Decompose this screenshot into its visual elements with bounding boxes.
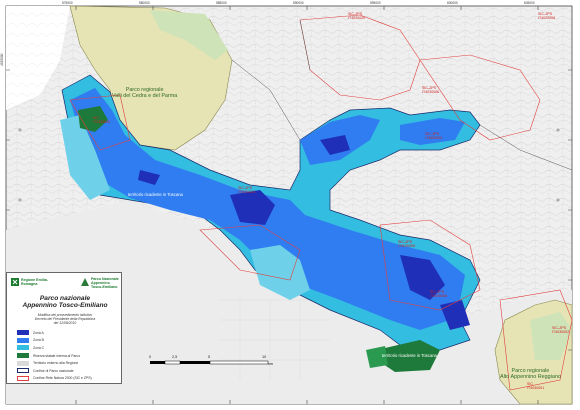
legend-title-line2: Appennino Tosco-Emiliano [22,302,108,310]
legend-subtitle: Modifica dei provvedimento istitutivo De… [7,313,123,325]
park-logo-text: Parco Nazionale Appennino Tosco-Emiliano [91,277,119,289]
legend-swatch [17,375,29,381]
natura-code-label: SIC-ZPS IT4020020 [348,12,366,20]
natura-code-label: SIC IT4040001 [527,382,545,390]
legend-item: Confine Rete Natura 2000 (SIC e ZPS) [17,375,92,383]
legend-swatch [17,368,29,374]
legend-label: Zona C [33,345,45,350]
tick-top: 585000 [216,1,227,5]
tick-top: 595000 [370,1,381,5]
legend-swatch [17,330,29,336]
legend-swatch [17,353,29,359]
park-parma-label: Parco regionale Valli del Cedra e del Pa… [112,87,177,99]
tuscany-label-2: territorio ricadente in Toscana [382,353,437,358]
legend-label: Territorio esterno alla Regione [33,361,79,366]
legend-label: Zona B [33,338,44,343]
natura-code-label: SIC-ZPS IT4030013 [238,186,256,194]
park-alto-label: Parco regionale Alto Appennino Reggiano [500,368,561,380]
tick-top: 575000 [62,1,73,5]
tick-top: 600000 [447,1,458,5]
legend-label: Zona A [33,330,44,335]
park-alto-label-line2: Alto Appennino Reggiano [500,374,561,380]
legend-label: Confine di Parco nazionale [33,368,74,373]
legend-subtitle-line3: del 12/08/2010 [53,321,77,325]
natura-code-label: SIC-ZPS IT4030004 [425,132,443,140]
scale-unit: km [268,362,274,366]
legend-label: Confine Rete Natura 2000 (SIC e ZPS) [33,376,92,381]
legend-item: Zona B [17,337,92,345]
natura-code-label: SIC-ZPS IT4030002 [552,326,570,334]
legend-swatch [17,337,29,343]
tick-top: 590000 [293,1,304,5]
tick-left: 4925000 [0,53,4,66]
tuscany-label-1: territorio ricadente in Toscana [128,192,183,197]
region-logo-text: Regione Emilia-Romagna [21,278,48,286]
park-parma-label-line2: Valli del Cedra e del Parma [112,93,178,99]
legend-item: Confine di Parco nazionale [17,367,92,375]
scale-label: 10 [262,355,267,359]
scale-bar: 0 2,5 5 10 km [148,352,274,370]
legend-swatch [17,360,29,366]
park-logo-icon [81,278,89,286]
region-logo: Regione Emilia-Romagna [11,278,55,287]
scale-label: 0 [149,355,152,359]
tick-top: 580000 [139,1,150,5]
legend-item: Zona A [17,329,92,337]
tick-top: 605000 [524,1,535,5]
natura-code-label: SIC-ZPS IT4030006 [422,86,440,94]
legend-title: Parco nazionale Appennino Tosco-Emiliano [7,295,123,309]
legend-box: Regione Emilia-Romagna Parco Nazionale A… [6,272,122,384]
natura-code-label: SIC-ZPS IT4030005 [398,240,416,248]
legend-item: Territorio esterno alla Regione [17,359,92,367]
legend-swatch [17,345,29,351]
natura-code-label: SIC-ZPS IT4020008 [538,12,556,20]
legend-item: Riserva statale interna al Parco [17,352,92,360]
map-canvas: 575000 580000 585000 590000 595000 60000… [0,0,580,410]
natura-code-label: SIC IT4030003 [93,116,111,124]
legend-item: Zona C [17,344,92,352]
legend-label: Riserva statale interna al Parco [33,353,81,358]
legend-title-line1: Parco nazionale [39,295,91,302]
region-logo-icon [11,278,19,286]
legend-items: Zona A Zona B Zona C Riserva statale int… [17,329,92,382]
scale-label: 2,5 [172,355,178,359]
natura-code-label: SIC-ZPS IT4030008 [430,290,448,298]
scale-bar-graphic [150,360,269,365]
scale-label: 5 [208,355,211,359]
park-logo: Parco Nazionale Appennino Tosco-Emiliano [81,277,121,289]
